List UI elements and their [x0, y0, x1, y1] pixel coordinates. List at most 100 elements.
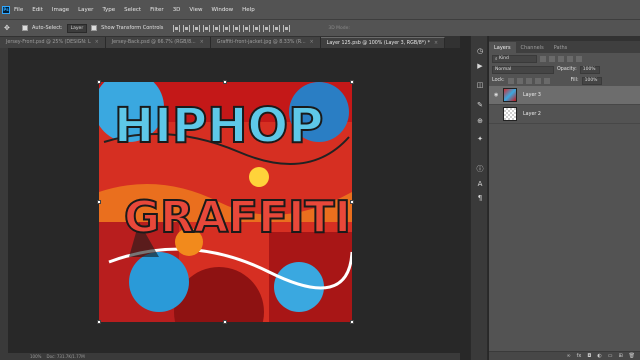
transform-handle-bl[interactable]	[97, 320, 101, 324]
tools-panel[interactable]	[0, 48, 8, 360]
tool-presets-icon[interactable]: ✦	[475, 134, 485, 144]
layer-name[interactable]: Layer 2	[523, 112, 541, 117]
new-layer-icon[interactable]: ⊞	[618, 353, 622, 359]
distribute-center-icon[interactable]	[273, 24, 281, 32]
lock-image-icon[interactable]	[516, 77, 523, 84]
history-icon[interactable]: ◷	[475, 46, 485, 56]
menu-view[interactable]: View	[189, 7, 202, 13]
filter-pixel-icon[interactable]	[540, 55, 546, 62]
mask-icon[interactable]: ◘	[587, 353, 591, 359]
filter-row: ⌕ Kind	[489, 53, 640, 64]
info-icon[interactable]: ⓘ	[475, 164, 485, 174]
menu-edit[interactable]: Edit	[32, 7, 43, 13]
tab-jersey-front[interactable]: Jersey-Front.psd @ 25% (DESIGN: L ×	[0, 37, 106, 48]
menu-layer[interactable]: Layer	[78, 7, 93, 13]
distribute-top-icon[interactable]	[233, 24, 241, 32]
transform-handle-ml[interactable]	[97, 200, 101, 204]
fill-field[interactable]: 100%	[581, 76, 602, 85]
layers-footer: ∞ fx ◘ ◐ ▭ ⊞ 🗑	[489, 351, 640, 360]
transform-handle-mr[interactable]	[350, 200, 354, 204]
transform-handle-tr[interactable]	[350, 80, 354, 84]
trash-icon[interactable]: 🗑	[629, 353, 635, 359]
show-transform-label: Show Transform Controls	[101, 25, 164, 31]
menu-filter[interactable]: Filter	[150, 7, 164, 13]
adjustment-icon[interactable]: ◐	[597, 353, 601, 359]
close-icon[interactable]: ×	[434, 41, 438, 46]
auto-select-dropdown[interactable]: Layer	[66, 23, 88, 33]
filter-shape-icon[interactable]	[567, 55, 573, 62]
canvas-area[interactable]: HIPHOP GRAFFITI	[8, 48, 460, 353]
layer-name[interactable]: Layer 3	[523, 93, 541, 98]
close-icon[interactable]: ×	[200, 40, 204, 45]
layer-thumbnail	[503, 88, 517, 102]
tab-jersey-back[interactable]: Jersey-Back.psd @ 66.7% (RGB/8... ×	[105, 37, 211, 48]
menu-help[interactable]: Help	[242, 7, 255, 13]
transform-handle-br[interactable]	[350, 320, 354, 324]
brush-icon[interactable]: ✎	[475, 100, 485, 110]
filter-adjustment-icon[interactable]	[549, 55, 555, 62]
panel-tabs: Layers Channels Paths	[489, 41, 640, 53]
transform-handle-tl[interactable]	[97, 80, 101, 84]
tab-label: Jersey-Back.psd @ 66.7% (RGB/8...	[111, 40, 196, 45]
layer-comps-icon[interactable]: ◫	[475, 80, 485, 90]
lock-transparent-icon[interactable]	[507, 77, 514, 84]
menu-type[interactable]: Type	[102, 7, 115, 13]
layer-row[interactable]: ◉ Layer 3	[489, 86, 640, 105]
clone-source-icon[interactable]: ⊕	[475, 116, 485, 126]
filter-type-icon[interactable]	[558, 55, 564, 62]
document-tabs: Jersey-Front.psd @ 25% (DESIGN: L × Jerse…	[0, 36, 460, 48]
move-tool-icon[interactable]: ✥	[4, 23, 18, 34]
graffiti-artwork[interactable]: HIPHOP GRAFFITI	[99, 82, 352, 322]
distribute-middle-icon[interactable]	[243, 24, 251, 32]
distribute-right-icon[interactable]	[283, 24, 291, 32]
lock-all-icon[interactable]	[543, 77, 550, 84]
align-left-icon[interactable]	[203, 24, 211, 32]
filter-smart-object-icon[interactable]	[576, 55, 582, 62]
menu-window[interactable]: Window	[211, 7, 233, 13]
doc-size-readout[interactable]: Doc: 731.7K/1.77M	[47, 354, 85, 359]
character-icon[interactable]: A	[475, 179, 485, 189]
close-icon[interactable]: ×	[95, 40, 99, 45]
show-transform-checkbox[interactable]	[91, 25, 98, 31]
opacity-label: Opacity:	[557, 67, 577, 72]
blend-mode-dropdown[interactable]: Normal	[492, 65, 554, 74]
align-top-icon[interactable]	[173, 24, 181, 32]
transform-handle-bm[interactable]	[223, 320, 227, 324]
auto-select-checkbox[interactable]	[22, 25, 28, 31]
tab-graffiti-jacket[interactable]: Graffiti-front-jacket.jpg @ 8.33% (R... ×	[210, 37, 321, 48]
link-icon[interactable]: ∞	[566, 353, 570, 359]
filter-kind-dropdown[interactable]: ⌕ Kind	[492, 54, 537, 63]
menu-file[interactable]: File	[14, 7, 23, 13]
layer-thumbnail	[503, 107, 517, 121]
close-icon[interactable]: ×	[310, 40, 314, 45]
align-right-icon[interactable]	[223, 24, 231, 32]
tab-layer-125[interactable]: Layer 125.psb @ 100% (Layer 3, RGB/8*) *…	[320, 37, 445, 48]
folder-icon[interactable]: ▭	[608, 353, 613, 359]
menu-select[interactable]: Select	[124, 7, 141, 13]
lock-artboard-icon[interactable]	[534, 77, 541, 84]
zoom-readout[interactable]: 100%	[30, 354, 41, 359]
menu-bar: Ps File Edit Image Layer Type Select Fil…	[0, 0, 640, 19]
opacity-field[interactable]: 100%	[579, 65, 600, 74]
tab-paths[interactable]: Paths	[549, 42, 573, 53]
fx-icon[interactable]: fx	[577, 353, 582, 359]
layers-panel: Layers Channels Paths ⌕ Kind Normal Opac…	[489, 36, 640, 360]
align-center-icon[interactable]	[213, 24, 221, 32]
distribute-bottom-icon[interactable]	[253, 24, 261, 32]
tab-channels[interactable]: Channels	[516, 42, 549, 53]
lock-position-icon[interactable]	[525, 77, 532, 84]
status-bar: 100% Doc: 731.7K/1.77M	[0, 353, 460, 360]
tab-layers[interactable]: Layers	[489, 42, 516, 53]
menu-image[interactable]: Image	[52, 7, 69, 13]
graffiti-text-bottom: GRAFFITI	[124, 192, 351, 243]
paragraph-icon[interactable]: ¶	[475, 193, 485, 203]
menu-3d[interactable]: 3D	[173, 7, 181, 13]
eye-icon[interactable]: ◉	[494, 92, 500, 98]
transform-handle-tm[interactable]	[223, 80, 227, 84]
align-middle-icon[interactable]	[183, 24, 191, 32]
layer-row[interactable]: Layer 2	[489, 105, 640, 124]
align-bottom-icon[interactable]	[193, 24, 201, 32]
blend-row: Normal Opacity: 100%	[489, 64, 640, 75]
distribute-left-icon[interactable]	[263, 24, 271, 32]
play-icon[interactable]: ▶	[475, 61, 485, 71]
